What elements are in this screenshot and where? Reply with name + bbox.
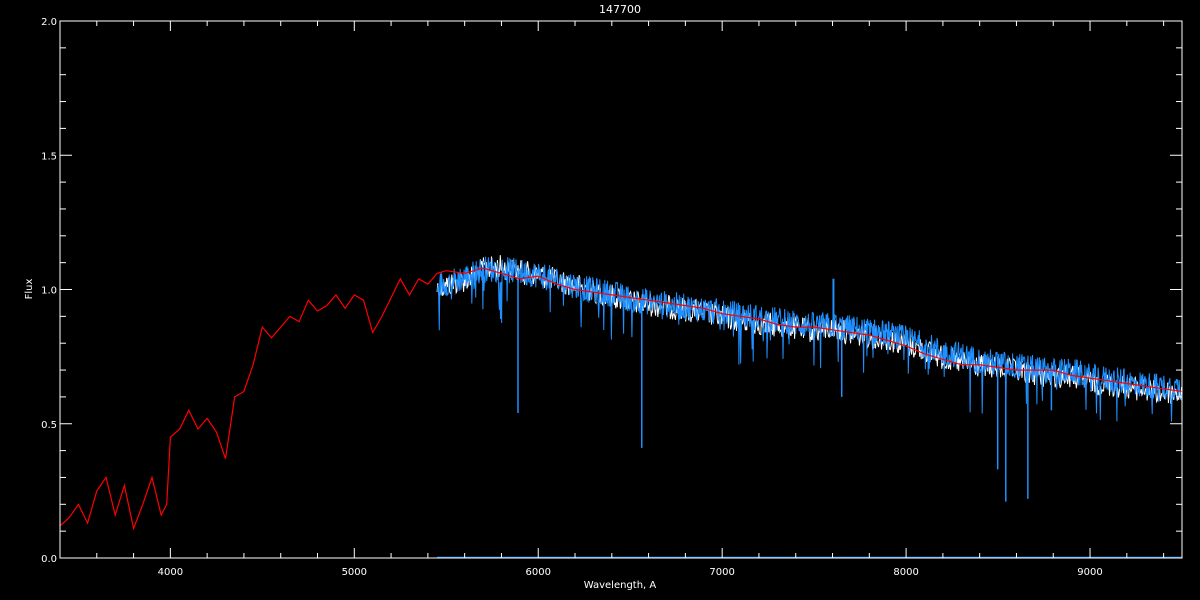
y-tick-label: 0.0 <box>41 554 57 565</box>
x-tick-label: 5000 <box>342 567 367 578</box>
x-axis-label: Wavelength, A <box>584 580 657 591</box>
y-tick-label: 1.5 <box>41 151 57 162</box>
x-tick-label: 8000 <box>893 567 918 578</box>
x-tick-label: 4000 <box>158 567 183 578</box>
y-axis-label: Flux <box>24 279 35 300</box>
x-tick-label: 9000 <box>1077 567 1102 578</box>
y-tick-label: 2.0 <box>41 17 57 28</box>
x-tick-label: 7000 <box>709 567 734 578</box>
chart-title: 147700 <box>599 3 641 16</box>
x-tick-label: 6000 <box>526 567 551 578</box>
y-tick-label: 0.5 <box>41 420 57 431</box>
spectrum-chart: 4000 5000 6000 7000 8000 90000.00.51.01.52.0 … <box>0 0 1200 600</box>
y-tick-label: 1.0 <box>41 286 57 297</box>
